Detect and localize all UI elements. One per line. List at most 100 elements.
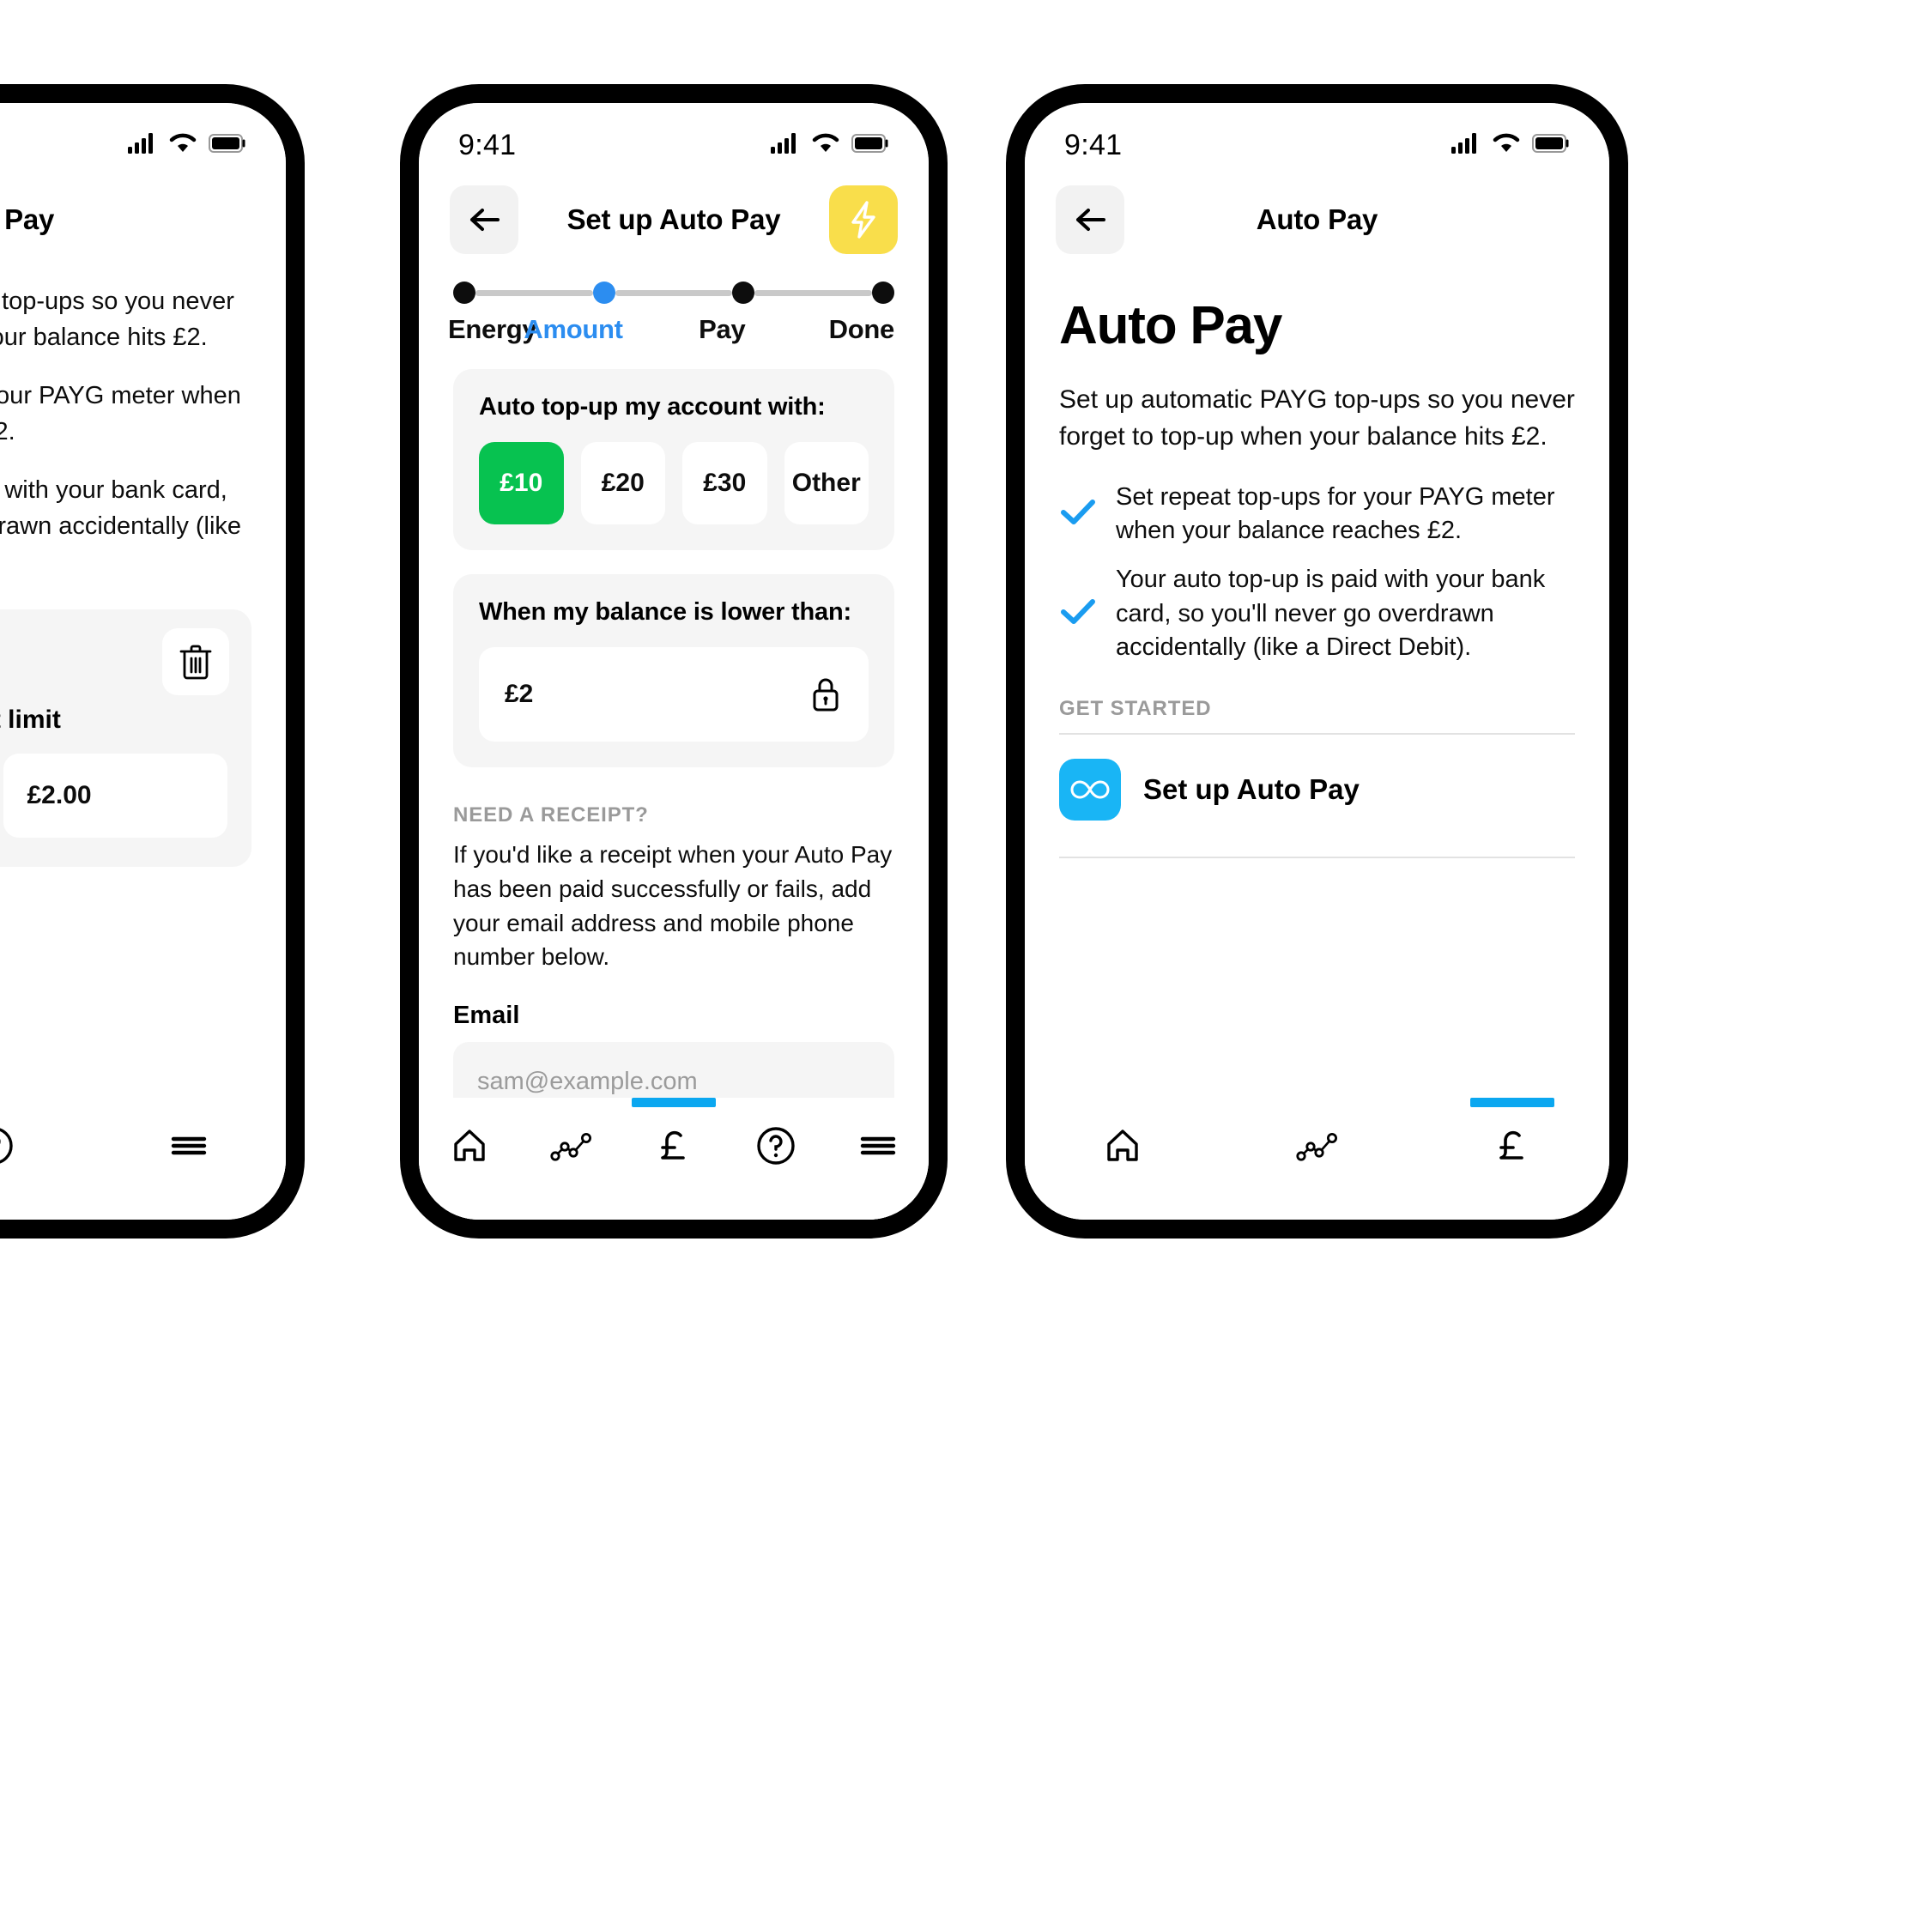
step-node-energy[interactable] <box>453 282 475 304</box>
phone-mockup-left: Auto Pay Set up automatic PAYG top-ups s… <box>0 84 305 1239</box>
centre-tabbar <box>419 1098 929 1220</box>
step-node-pay[interactable] <box>732 282 755 304</box>
hamburger-menu-icon <box>171 1136 206 1155</box>
step-node-done[interactable] <box>872 282 895 304</box>
phone-mockup-centre: 9:41 Set up Auto Pay Energy Amount Pay D… <box>400 84 948 1239</box>
tab-home-centre[interactable] <box>419 1123 521 1168</box>
lightning-bolt-icon <box>851 201 875 239</box>
tab-home-right[interactable] <box>1025 1123 1220 1168</box>
tab-money-centre[interactable] <box>623 1098 725 1168</box>
wifi-icon <box>1493 133 1520 158</box>
back-arrow-icon <box>470 209 500 231</box>
cellular-signal-icon <box>771 132 800 158</box>
tab-active-indicator <box>147 1098 231 1107</box>
balance-threshold-field[interactable]: £2 <box>479 647 869 742</box>
left-paragraph-0: Set up automatic PAYG top-ups so you nev… <box>0 288 234 352</box>
status-bar-icons <box>128 132 246 158</box>
tab-active-indicator <box>631 1098 716 1107</box>
battery-icon <box>1532 133 1570 157</box>
amount-option-20[interactable]: £20 <box>580 442 665 524</box>
amount-option-10[interactable]: £10 <box>479 442 564 524</box>
phone-mockup-right: 9:41 Auto Pay Auto Pay Set up automatic … <box>1006 84 1628 1239</box>
centre-header: Set up Auto Pay <box>419 170 929 261</box>
tab-help-centre[interactable] <box>724 1123 827 1168</box>
line-chart-icon <box>1295 1132 1337 1161</box>
credit-limit-card: Credit limit £2.00 <box>0 609 251 868</box>
left-paragraph-2: Your auto top-up is paid with your bank … <box>0 476 242 541</box>
status-bar: 9:41 <box>1025 103 1609 170</box>
tab-menu-left[interactable] <box>91 1123 286 1168</box>
left-body: Set up automatic PAYG top-ups so you nev… <box>0 283 286 868</box>
tab-active-indicator <box>427 1098 512 1107</box>
step-label-amount: Amount <box>524 314 623 344</box>
help-circle-icon <box>0 1128 13 1164</box>
step-label-pay: Pay <box>699 314 746 344</box>
centre-body: Auto top-up my account with: £10 £20 £30… <box>419 369 929 1220</box>
blue-check-icon <box>1059 497 1097 532</box>
amount-option-other[interactable]: Other <box>784 442 869 524</box>
cellular-signal-icon <box>1451 132 1481 158</box>
status-bar-time: 9:41 <box>1064 128 1123 161</box>
stepper-labels: Energy Amount Pay Done <box>448 314 895 344</box>
tab-help-left[interactable] <box>0 1123 91 1168</box>
tab-active-indicator <box>734 1098 818 1107</box>
left-header: Auto Pay <box>0 170 286 261</box>
back-button-right[interactable] <box>1056 185 1124 254</box>
right-header: Auto Pay <box>1025 170 1609 261</box>
setup-stepper: Energy Amount Pay Done <box>419 261 929 345</box>
status-bar <box>0 103 286 170</box>
back-button-centre[interactable] <box>450 185 518 254</box>
topup-amount-title: Auto top-up my account with: <box>479 393 826 421</box>
left-tabbar <box>0 1098 286 1220</box>
trash-icon <box>179 645 212 680</box>
step-line-2 <box>615 289 733 296</box>
tab-usage-right[interactable] <box>1220 1123 1414 1168</box>
tab-menu-centre[interactable] <box>827 1123 929 1168</box>
list-item-text: Your auto top-up is paid with your bank … <box>1116 566 1546 661</box>
left-page-title: Auto Pay <box>0 203 55 235</box>
step-line-3 <box>754 289 873 296</box>
email-label: Email <box>453 1002 520 1029</box>
right-headline: Auto Pay <box>1059 296 1282 355</box>
status-bar-icons <box>771 132 889 158</box>
topup-amount-card: Auto top-up my account with: £10 £20 £30… <box>453 369 894 550</box>
right-intro-text: Set up automatic PAYG top-ups so you nev… <box>1059 385 1575 451</box>
set-up-auto-pay-row[interactable]: Set up Auto Pay <box>1059 735 1575 845</box>
status-bar-icons <box>1451 132 1570 158</box>
screenshot-canvas: Auto Pay Set up automatic PAYG top-ups s… <box>0 0 1932 1932</box>
amount-option-30[interactable]: £30 <box>682 442 767 524</box>
tab-active-indicator <box>1081 1098 1165 1107</box>
receipt-body-text: If you'd like a receipt when your Auto P… <box>453 841 893 971</box>
lock-icon <box>809 674 843 715</box>
infinity-icon <box>1059 758 1121 821</box>
phone-screen-centre: 9:41 Set up Auto Pay Energy Amount Pay D… <box>419 103 929 1220</box>
battery-icon <box>851 133 889 157</box>
tab-active-indicator <box>1275 1098 1360 1107</box>
right-page-title: Auto Pay <box>1256 203 1378 235</box>
left-paragraph-1: Set repeat top-ups for your PAYG meter w… <box>0 382 241 446</box>
tab-money-right[interactable] <box>1414 1098 1609 1168</box>
credit-limit-value-field[interactable]: £2.00 <box>3 754 227 839</box>
tab-usage-centre[interactable] <box>521 1123 623 1168</box>
balance-threshold-value: £2 <box>505 680 534 708</box>
credit-limit-fields: £2.00 <box>0 754 227 839</box>
blue-check-icon <box>1059 597 1097 632</box>
cellular-signal-icon <box>128 132 157 158</box>
list-item: Your auto top-up is paid with your bank … <box>1059 563 1575 663</box>
step-node-amount[interactable] <box>592 282 615 304</box>
battery-icon <box>209 133 246 157</box>
balance-threshold-card: When my balance is lower than: £2 <box>453 574 894 767</box>
wifi-icon <box>169 133 197 158</box>
quick-action-button[interactable] <box>829 185 898 254</box>
set-up-auto-pay-label: Set up Auto Pay <box>1143 772 1360 805</box>
delete-button[interactable] <box>162 628 229 696</box>
status-bar-time: 9:41 <box>458 128 517 161</box>
step-label-done: Done <box>828 314 895 344</box>
tab-active-indicator <box>1469 1098 1554 1107</box>
back-arrow-icon <box>1076 209 1105 231</box>
list-item: Set repeat top-ups for your PAYG meter w… <box>1059 481 1575 548</box>
credit-limit-label: Credit limit <box>0 706 61 735</box>
right-bullet-list: Set repeat top-ups for your PAYG meter w… <box>1059 481 1575 664</box>
divider-bottom <box>1059 856 1575 858</box>
tab-active-indicator <box>0 1098 36 1107</box>
